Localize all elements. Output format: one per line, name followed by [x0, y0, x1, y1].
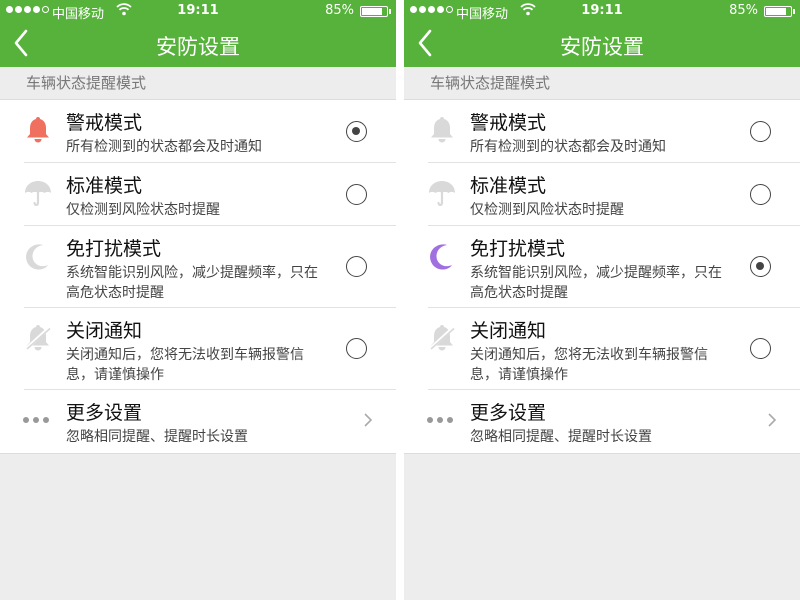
mode-alert[interactable]: 警戒模式 所有检测到的状态都会及时通知	[404, 100, 800, 163]
more-settings-description: 忽略相同提醒、提醒时长设置	[66, 429, 248, 445]
battery-fill	[362, 8, 383, 15]
nav-bar: 安防设置	[0, 22, 396, 67]
more-dots-icon	[22, 404, 54, 436]
status-bar: 中国移动 19:11 85%	[0, 0, 396, 22]
section-header: 车辆状态提醒模式	[430, 74, 551, 92]
mode-standard[interactable]: 标准模式 仅检测到风险状态时提醒	[0, 163, 396, 226]
battery-percent: 85%	[325, 3, 354, 18]
chevron-right-icon	[768, 413, 777, 427]
more-settings-description: 忽略相同提醒、提醒时长设置	[470, 429, 652, 445]
bell-off-icon	[426, 322, 458, 354]
mode-alert[interactable]: 警戒模式 所有检测到的状态都会及时通知	[0, 100, 396, 163]
bell-icon	[22, 114, 54, 146]
battery-fill	[766, 8, 787, 15]
more-settings-title: 更多设置	[470, 402, 547, 424]
radio-button[interactable]	[750, 184, 771, 205]
more-settings-title: 更多设置	[66, 402, 143, 424]
mode-description: 关闭通知后，您将无法收到车辆报警信息，请谨慎操作	[470, 347, 708, 383]
more-settings[interactable]: 更多设置 忽略相同提醒、提醒时长设置	[0, 390, 396, 453]
battery-percent: 85%	[729, 3, 758, 18]
mode-title: 警戒模式	[66, 112, 143, 134]
battery-tip	[389, 9, 391, 14]
mode-title: 标准模式	[470, 175, 547, 197]
mode-title: 关闭通知	[66, 320, 143, 342]
battery-tip	[793, 9, 795, 14]
radio-button[interactable]	[346, 338, 367, 359]
mode-description: 所有检测到的状态都会及时通知	[66, 139, 262, 155]
radio-button[interactable]	[346, 121, 367, 142]
mode-title: 警戒模式	[470, 112, 547, 134]
moon-icon	[426, 240, 458, 272]
mode-title: 免打扰模式	[66, 238, 162, 260]
more-dots-icon	[426, 404, 458, 436]
status-bar: 中国移动 19:11 85%	[404, 0, 800, 22]
page-title: 安防设置	[560, 35, 644, 59]
battery-icon	[360, 6, 388, 17]
radio-button[interactable]	[750, 256, 771, 277]
mode-list: 警戒模式 所有检测到的状态都会及时通知 标准模式 仅检测到风险状态时提醒 免打扰…	[0, 99, 396, 454]
mode-title: 关闭通知	[470, 320, 547, 342]
bell-icon	[426, 114, 458, 146]
mode-description: 系统智能识别风险，减少提醒频率，只在高危状态时提醒	[66, 265, 318, 301]
radio-button[interactable]	[750, 121, 771, 142]
mode-description: 系统智能识别风险，减少提醒频率，只在高危状态时提醒	[470, 265, 722, 301]
mode-list: 警戒模式 所有检测到的状态都会及时通知 标准模式 仅检测到风险状态时提醒 免打扰…	[404, 99, 800, 454]
mode-notifications-off[interactable]: 关闭通知 关闭通知后，您将无法收到车辆报警信息，请谨慎操作	[404, 308, 800, 390]
phone-screen-right: 中国移动 19:11 85% 安防设置 车辆状态提醒模式 警戒模式 所有检测到的…	[404, 0, 800, 600]
radio-button[interactable]	[346, 256, 367, 277]
chevron-right-icon	[364, 413, 373, 427]
header: 中国移动 19:11 85% 安防设置	[404, 0, 800, 67]
umbrella-icon	[426, 177, 458, 209]
screens-container: 中国移动 19:11 85% 安防设置 车辆状态提醒模式 警戒模式 所有检测到的…	[0, 0, 800, 600]
mode-description: 仅检测到风险状态时提醒	[470, 202, 624, 218]
mode-description: 关闭通知后，您将无法收到车辆报警信息，请谨慎操作	[66, 347, 304, 383]
radio-button[interactable]	[750, 338, 771, 359]
mode-title: 标准模式	[66, 175, 143, 197]
more-settings[interactable]: 更多设置 忽略相同提醒、提醒时长设置	[404, 390, 800, 453]
phone-screen-left: 中国移动 19:11 85% 安防设置 车辆状态提醒模式 警戒模式 所有检测到的…	[0, 0, 396, 600]
header: 中国移动 19:11 85% 安防设置	[0, 0, 396, 67]
bell-off-icon	[22, 322, 54, 354]
mode-standard[interactable]: 标准模式 仅检测到风险状态时提醒	[404, 163, 800, 226]
radio-dot	[756, 262, 764, 270]
radio-dot	[352, 127, 360, 135]
mode-notifications-off[interactable]: 关闭通知 关闭通知后，您将无法收到车辆报警信息，请谨慎操作	[0, 308, 396, 390]
mode-description: 所有检测到的状态都会及时通知	[470, 139, 666, 155]
section-header: 车辆状态提醒模式	[26, 74, 147, 92]
mode-do-not-disturb[interactable]: 免打扰模式 系统智能识别风险，减少提醒频率，只在高危状态时提醒	[0, 226, 396, 308]
screen-divider	[396, 0, 404, 600]
radio-button[interactable]	[346, 184, 367, 205]
battery-icon	[764, 6, 792, 17]
moon-icon	[22, 240, 54, 272]
nav-bar: 安防设置	[404, 22, 800, 67]
mode-title: 免打扰模式	[470, 238, 566, 260]
mode-do-not-disturb[interactable]: 免打扰模式 系统智能识别风险，减少提醒频率，只在高危状态时提醒	[404, 226, 800, 308]
page-title: 安防设置	[156, 35, 240, 59]
umbrella-icon	[22, 177, 54, 209]
mode-description: 仅检测到风险状态时提醒	[66, 202, 220, 218]
